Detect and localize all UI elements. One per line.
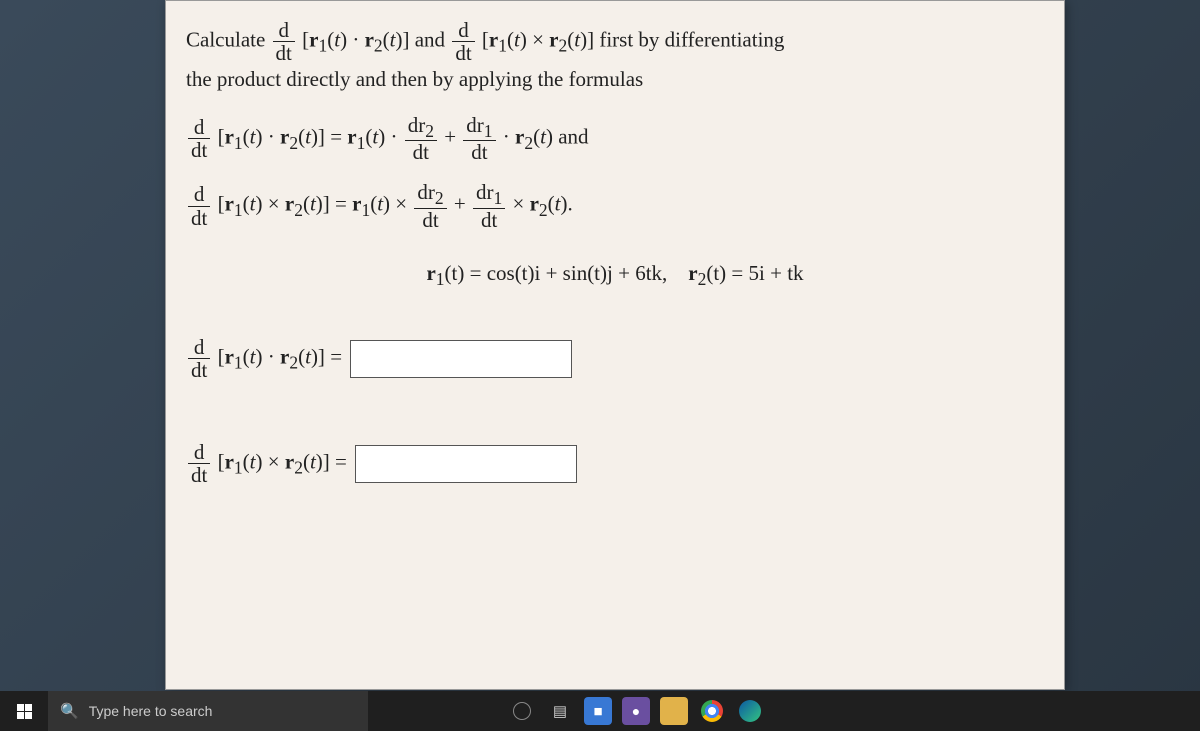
windows-icon [17,704,32,719]
problem-card: Calculate d dt [r1(t) · r2(t)] and d dt … [165,0,1065,690]
search-placeholder: Type here to search [89,703,213,719]
denominator: dt [273,42,295,64]
fraction-dr1dt: dr1 dt [473,181,505,231]
answer-cross-input[interactable] [355,445,577,483]
app-icon[interactable]: ● [622,697,650,725]
desktop-screen: Calculate d dt [r1(t) · r2(t)] and d dt … [0,0,1200,731]
cortana-icon[interactable] [508,697,536,725]
text: first by differentiating [599,27,784,51]
text: Calculate [186,27,271,51]
fraction-ddt: d dt [188,183,210,228]
text: the product directly and then by applyin… [186,67,643,91]
edge-icon[interactable] [736,697,764,725]
fraction-dr1dt: dr1 dt [463,114,495,164]
answer-cross-label: d dt [r1(t) × r2(t)] = [186,441,347,486]
formula-cross: d dt [r1(t) × r2(t)] = r1(t) × dr2 dt + … [186,181,1044,231]
denominator: dt [452,42,474,64]
fraction-dr2dt: dr2 dt [405,114,437,164]
answer-dot-row: d dt [r1(t) · r2(t)] = [186,336,1044,381]
task-view-icon[interactable]: ▤ [546,697,574,725]
start-button[interactable] [0,691,48,731]
taskbar-tray: ▤ ■ ● [508,697,764,725]
problem-statement: Calculate d dt [r1(t) · r2(t)] and d dt … [186,19,1044,96]
formula-dot: d dt [r1(t) · r2(t)] = r1(t) · dr2 dt + … [186,114,1044,164]
taskbar: 🔍 Type here to search ▤ ■ ● [0,691,1200,731]
fraction-ddt: d dt [452,19,474,64]
fraction-ddt: d dt [188,116,210,161]
numerator: d [273,19,295,42]
fraction-ddt: d dt [273,19,295,64]
numerator: d [452,19,474,42]
text: and [415,27,451,51]
given-vectors: r1(t) = cos(t)i + sin(t)j + 6tk, r2(t) =… [186,261,1044,290]
file-explorer-icon[interactable] [660,697,688,725]
taskbar-search[interactable]: 🔍 Type here to search [48,691,368,731]
chrome-icon[interactable] [698,697,726,725]
answer-cross-row: d dt [r1(t) × r2(t)] = [186,441,1044,486]
app-icon[interactable]: ■ [584,697,612,725]
search-icon: 🔍 [60,702,79,720]
answer-dot-input[interactable] [350,340,572,378]
answer-dot-label: d dt [r1(t) · r2(t)] = [186,336,342,381]
fraction-dr2dt: dr2 dt [414,181,446,231]
